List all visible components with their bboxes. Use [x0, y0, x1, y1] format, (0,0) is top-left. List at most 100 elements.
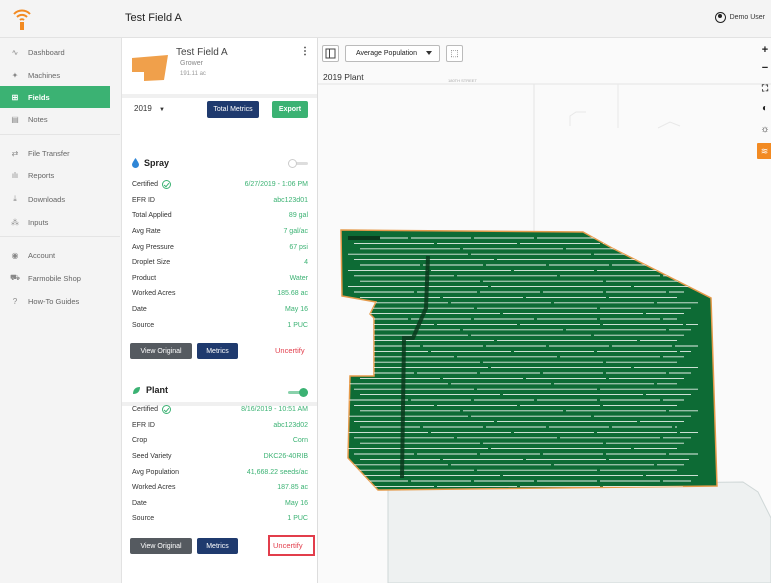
divider: [0, 134, 120, 135]
download-icon: ⤓: [13, 194, 17, 203]
sidebar-item-label: How-To Guides: [28, 296, 80, 306]
row-label: Droplet Size: [132, 259, 171, 267]
user-avatar-icon[interactable]: [714, 12, 726, 23]
sidebar-item-label: Notes: [28, 114, 48, 124]
fullscreen-icon[interactable]: ⛶: [758, 80, 771, 96]
select-area-icon: ⬚: [450, 48, 459, 58]
sidebar-item-inputs[interactable]: ⁂ Inputs: [0, 211, 110, 233]
row-value: 185.68 ac: [277, 290, 308, 298]
row-label: Date: [132, 499, 147, 507]
farmobile-logo-icon[interactable]: [12, 7, 32, 31]
plant-toggle[interactable]: [288, 388, 308, 397]
row-value: 67 psi: [289, 243, 308, 251]
divider: [0, 236, 120, 237]
layer-select[interactable]: Average Population: [345, 45, 440, 62]
zoom-out-button[interactable]: −: [758, 60, 771, 76]
annotation-highlight-box: [268, 535, 315, 556]
page-title: Test Field A: [125, 12, 182, 24]
plant-card-header: Plant: [132, 385, 168, 395]
plant-row: Crop Corn: [132, 433, 308, 449]
sidebar-item-machines[interactable]: ✦ Machines: [0, 64, 110, 86]
weather-icon[interactable]: ☼: [758, 121, 771, 137]
field-grower: Grower: [180, 60, 203, 67]
globe-icon[interactable]: ◐: [758, 100, 771, 116]
row-label: Avg Pressure: [132, 243, 174, 251]
sidebar-item-label: Machines: [28, 70, 61, 80]
panel-icon: [325, 48, 336, 59]
row-label: Worked Acres: [132, 290, 176, 298]
spray-uncertify-button[interactable]: Uncertify: [275, 346, 305, 355]
tractor-icon: ✦: [11, 70, 19, 80]
note-icon: ▤: [11, 114, 19, 124]
spray-row: Date May 16: [132, 302, 308, 318]
sidebar-item-dashboard[interactable]: ∿ Dashboard: [0, 41, 110, 63]
droplet-icon: [132, 158, 139, 168]
plant-view-original-button[interactable]: View Original: [130, 538, 192, 554]
sidebar-item-label: Fields: [28, 92, 50, 102]
row-label: Seed Variety: [132, 453, 172, 461]
plant-title: Plant: [146, 385, 169, 395]
spray-row: Product Water: [132, 271, 308, 287]
user-name[interactable]: Demo User: [730, 14, 765, 21]
row-value: abc123d02: [273, 421, 308, 429]
transfer-icon: ⇄: [11, 148, 19, 158]
spray-metrics-button[interactable]: Metrics: [197, 343, 238, 359]
row-value: 4: [304, 259, 308, 267]
row-label: Source: [132, 321, 155, 329]
export-button[interactable]: Export: [272, 101, 308, 118]
certified-badge-icon: [162, 180, 172, 190]
layer-panel-button[interactable]: [322, 45, 339, 62]
year-select[interactable]: 2019 ▼: [134, 104, 165, 113]
row-value: 8/16/2019 - 10:51 AM: [241, 406, 308, 414]
sidebar-item-label: Downloads: [28, 194, 66, 204]
spray-row: Avg Pressure 67 psi: [132, 239, 308, 255]
row-label: Certified: [132, 406, 159, 414]
sidebar-item-label: Reports: [28, 170, 55, 180]
spray-row: Total Applied 89 gal: [132, 208, 308, 224]
map-canvas[interactable]: 180TH STREET: [318, 38, 771, 583]
map-view[interactable]: 180TH STREET Average Population ⬚ 2019 P…: [318, 38, 771, 583]
row-value: May 16: [285, 306, 308, 314]
row-value: May 16: [285, 499, 308, 507]
row-label: Source: [132, 515, 155, 523]
sidebar-item-downloads[interactable]: ⤓ Downloads: [0, 188, 110, 210]
spray-row: Certified 6/27/2019 - 1:06 PM: [132, 177, 308, 193]
grid-icon: ⊞: [11, 92, 19, 102]
spray-view-original-button[interactable]: View Original: [130, 343, 192, 359]
spray-card-header: Spray: [132, 158, 169, 168]
sidebar-item-how-to-guides[interactable]: ? How-To Guides: [0, 290, 110, 312]
divider: [122, 94, 317, 98]
caret-down-icon: [426, 51, 432, 55]
select-area-tool-button[interactable]: ⬚: [446, 45, 463, 62]
sidebar-item-notes[interactable]: ▤ Notes: [0, 108, 110, 130]
total-metrics-button[interactable]: Total Metrics: [207, 101, 259, 118]
sidebar-item-account[interactable]: ◉ Account: [0, 244, 110, 266]
sidebar-item-fields[interactable]: ⊞ Fields: [0, 86, 110, 108]
spray-row: Source 1 PUC: [132, 317, 308, 333]
sidebar-item-label: Account: [28, 250, 56, 260]
field-boundary[interactable]: [340, 229, 718, 491]
layers-icon[interactable]: ≋: [757, 143, 771, 159]
user-menu[interactable]: Demo User: [714, 12, 765, 23]
spray-toggle[interactable]: [288, 159, 308, 168]
row-value: Water: [289, 274, 308, 282]
plant-row: EFR ID abc123d02: [132, 418, 308, 434]
row-label: Worked Acres: [132, 484, 176, 492]
spray-title: Spray: [144, 158, 170, 168]
account-icon: ◉: [11, 250, 19, 260]
spray-row: Droplet Size 4: [132, 255, 308, 271]
sidebar-item-file-transfer[interactable]: ⇄ File Transfer: [0, 142, 110, 164]
spray-row: Avg Rate 7 gal/ac: [132, 224, 308, 240]
plant-metrics-button[interactable]: Metrics: [197, 538, 238, 554]
plant-row: Certified 8/16/2019 - 10:51 AM: [132, 402, 308, 418]
leaf-icon: [133, 386, 140, 394]
zoom-in-button[interactable]: +: [758, 42, 771, 58]
kebab-menu-icon[interactable]: ⋮: [300, 46, 310, 57]
plant-row: Date May 16: [132, 496, 308, 512]
row-value: 7 gal/ac: [283, 228, 308, 236]
street-label: 180TH STREET: [448, 78, 477, 83]
sidebar-item-label: File Transfer: [28, 148, 70, 158]
inputs-icon: ⁂: [11, 217, 19, 227]
sidebar-item-farmobile-shop[interactable]: ⛟ Farmobile Shop: [0, 267, 110, 289]
sidebar-item-reports[interactable]: ılı Reports: [0, 164, 110, 186]
